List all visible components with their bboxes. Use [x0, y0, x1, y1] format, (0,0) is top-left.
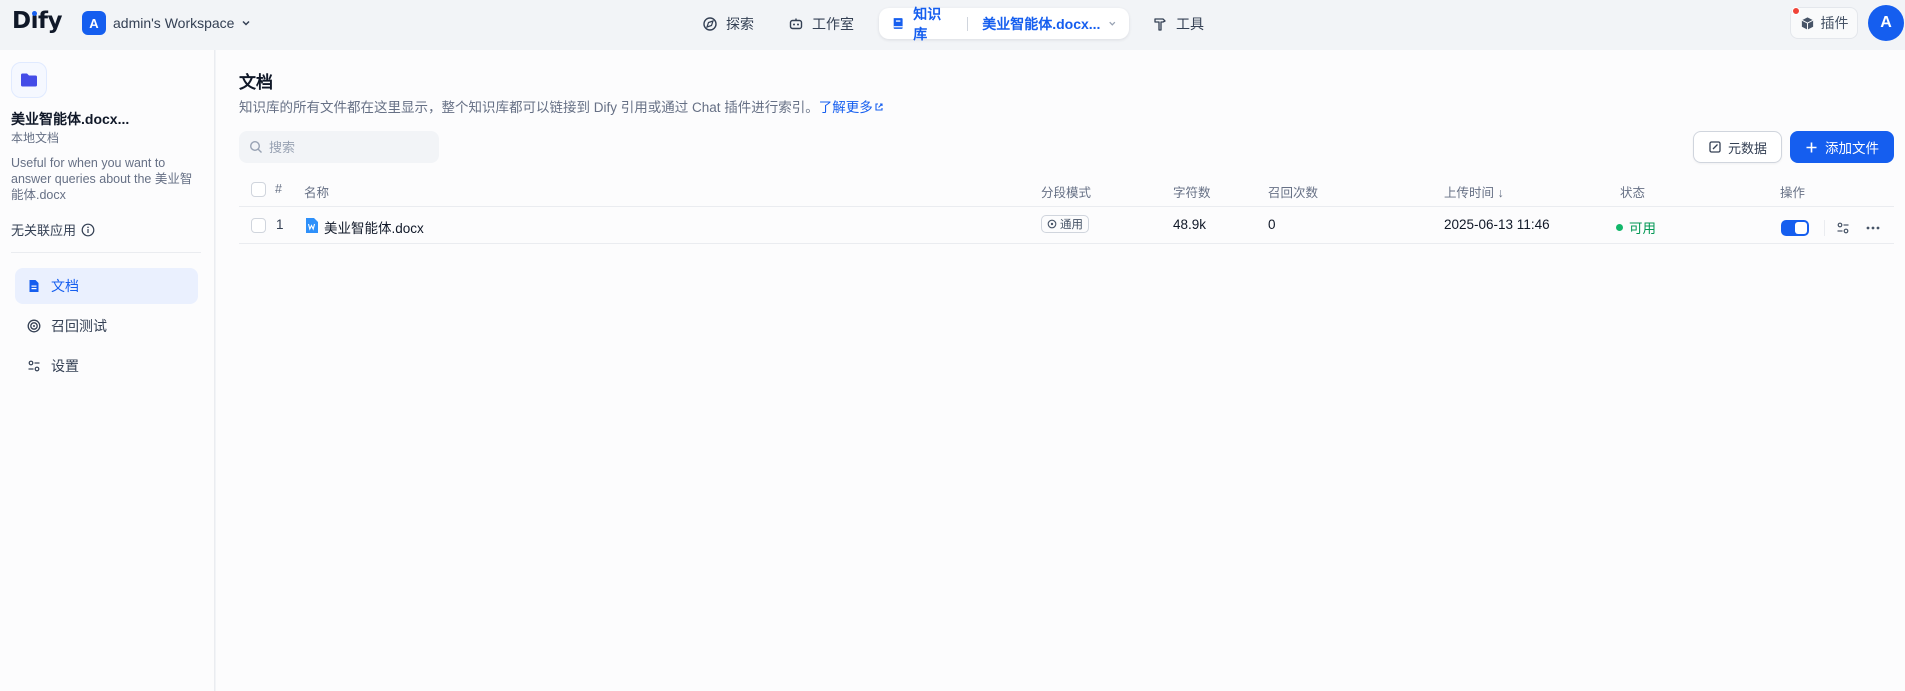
column-header-index: # — [275, 182, 282, 196]
notification-dot — [1792, 7, 1800, 15]
current-dataset-name[interactable]: 美业智能体.docx... — [982, 14, 1100, 34]
column-header-chars: 字符数 — [1173, 186, 1211, 200]
add-file-button-label: 添加文件 — [1825, 141, 1879, 156]
document-icon — [29, 280, 39, 292]
robot-icon — [789, 18, 803, 30]
chevron-down-icon[interactable] — [1108, 19, 1117, 28]
more-actions-button[interactable] — [1864, 219, 1882, 237]
workspace-switcher[interactable]: A admin's Workspace — [82, 11, 251, 35]
sidebar-item-settings[interactable]: 设置 — [15, 348, 198, 384]
dataset-subtitle: 本地文档 — [11, 131, 60, 145]
info-icon[interactable] — [81, 223, 95, 237]
user-avatar[interactable]: A — [1868, 5, 1904, 41]
workspace-avatar: A — [82, 11, 106, 35]
workspace-name: admin's Workspace — [113, 15, 235, 31]
linked-apps: 无关联应用 — [11, 220, 95, 239]
folder-icon — [21, 73, 37, 87]
column-header-recalls: 召回次数 — [1268, 186, 1319, 200]
sidebar-item-documents-label: 文档 — [51, 278, 79, 294]
plus-icon — [1806, 142, 1817, 152]
plugins-button[interactable]: 插件 — [1790, 7, 1858, 39]
row-char-count: 48.9k — [1173, 217, 1207, 232]
row-index: 1 — [276, 217, 284, 232]
search-box[interactable] — [239, 131, 439, 163]
nav-knowledge-label: 知识库 — [913, 5, 942, 42]
nav-studio[interactable]: 工作室 — [778, 9, 864, 39]
metadata-button[interactable]: 元数据 — [1693, 131, 1782, 163]
sidebar-item-documents[interactable]: 文档 — [15, 268, 198, 304]
sidebar-item-retrieval-test-label: 召回测试 — [51, 318, 107, 334]
column-header-upload-time[interactable]: 上传时间 ↓ — [1444, 182, 1504, 201]
nav-tools-label: 工具 — [1176, 16, 1204, 32]
plugins-label: 插件 — [1820, 15, 1849, 31]
target-icon — [27, 319, 41, 333]
nav-studio-label: 工作室 — [812, 16, 854, 32]
learn-more-link[interactable]: 了解更多 — [819, 100, 884, 115]
table-header-divider — [239, 206, 1894, 207]
settings-icon — [1837, 222, 1849, 234]
metadata-button-label: 元数据 — [1727, 140, 1767, 156]
search-input[interactable] — [269, 139, 419, 155]
sidebar-item-retrieval-test[interactable]: 召回测试 — [15, 308, 198, 344]
page-title: 文档 — [239, 73, 273, 92]
nav-knowledge[interactable]: 知识库 美业智能体.docx... — [879, 6, 1129, 42]
learn-more-label: 了解更多 — [818, 100, 873, 115]
chunk-mode-badge: 通用 — [1041, 215, 1089, 233]
select-all-checkbox[interactable] — [251, 182, 266, 197]
column-header-chunk-mode: 分段模式 — [1041, 186, 1092, 200]
sidebar-item-settings-label: 设置 — [51, 358, 79, 374]
general-mode-icon — [1047, 219, 1057, 229]
top-nav-bar: Dıfy A admin's Workspace 探索 工作室 知识库 美业智能… — [0, 0, 1905, 50]
actions-divider — [1824, 220, 1825, 236]
more-dots-icon — [1866, 226, 1880, 230]
book-icon — [893, 18, 903, 29]
dify-logo[interactable]: Dıfy — [12, 8, 62, 34]
enable-toggle[interactable] — [1781, 220, 1809, 236]
column-header-status: 状态 — [1620, 186, 1646, 200]
column-header-name: 名称 — [304, 186, 330, 200]
word-file-icon — [306, 218, 318, 233]
external-link-icon — [875, 103, 883, 111]
hammer-icon — [1154, 18, 1166, 31]
row-recall-count: 0 — [1268, 217, 1276, 232]
column-header-actions: 操作 — [1780, 186, 1806, 200]
search-icon — [249, 140, 262, 153]
cube-icon — [1801, 16, 1813, 30]
dataset-description: Useful for when you want to answer queri… — [11, 156, 193, 202]
status-label: 可用 — [1629, 221, 1656, 236]
documents-panel: 文档 知识库的所有文件都在这里显示，整个知识库都可以链接到 Dify 引用或通过… — [216, 50, 1905, 691]
segment-settings-button[interactable] — [1834, 219, 1852, 237]
nav-explore[interactable]: 探索 — [692, 9, 764, 39]
settings-icon — [28, 360, 40, 372]
linked-apps-label: 无关联应用 — [11, 223, 77, 238]
add-file-button[interactable]: 添加文件 — [1790, 131, 1894, 163]
sidebar-divider — [11, 252, 201, 253]
row-upload-time: 2025-06-13 11:46 — [1444, 217, 1550, 232]
nav-tools[interactable]: 工具 — [1142, 9, 1214, 39]
chunk-mode-label: 通用 — [1060, 219, 1083, 231]
table-row-divider — [239, 243, 1894, 244]
dataset-title: 美业智能体.docx... — [11, 111, 130, 127]
chevron-down-icon — [242, 20, 250, 26]
status-dot — [1616, 223, 1623, 231]
nav-separator — [967, 16, 969, 31]
nav-explore-label: 探索 — [726, 16, 754, 32]
row-checkbox[interactable] — [251, 218, 266, 233]
page-description-text: 知识库的所有文件都在这里显示，整个知识库都可以链接到 Dify 引用或通过 Ch… — [239, 100, 819, 115]
dataset-icon — [11, 62, 47, 98]
edit-metadata-icon — [1709, 141, 1721, 153]
status-badge: 可用 — [1616, 217, 1656, 237]
row-file-name[interactable]: 美业智能体.docx — [324, 217, 424, 237]
page-description: 知识库的所有文件都在这里显示，整个知识库都可以链接到 Dify 引用或通过 Ch… — [239, 96, 884, 116]
dataset-sidebar: 美业智能体.docx... 本地文档 Useful for when you w… — [0, 50, 215, 691]
compass-icon — [703, 17, 717, 31]
